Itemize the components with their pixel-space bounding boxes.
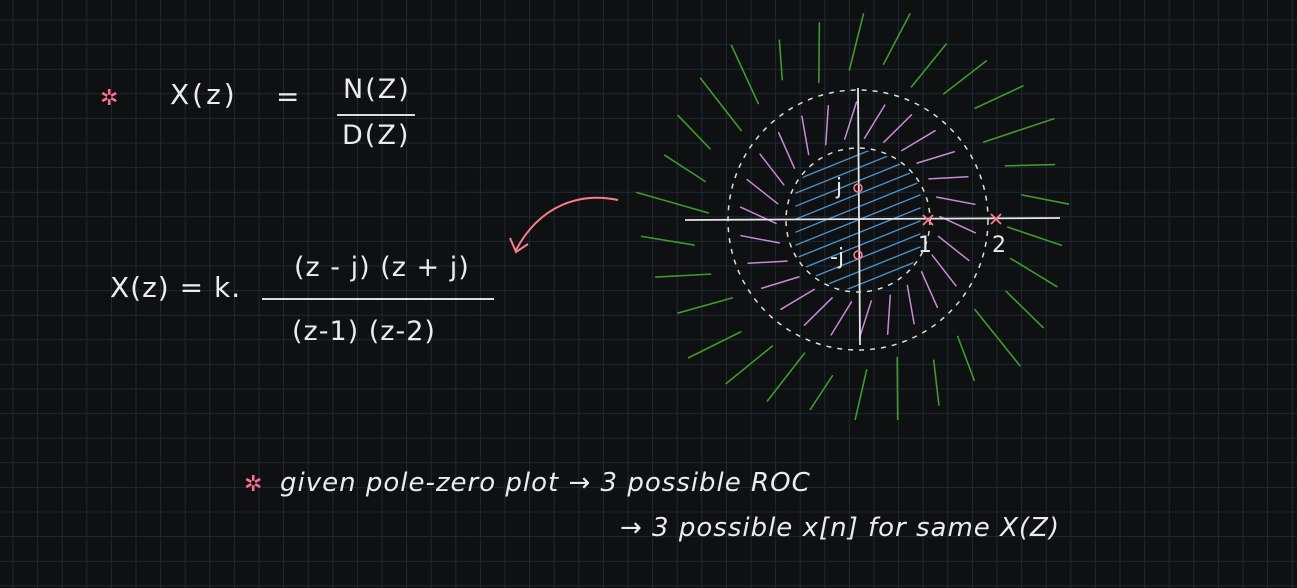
roc-annulus-stroke [843, 101, 858, 140]
roc-outer-stroke [725, 345, 774, 385]
roc-outer-stroke [778, 39, 784, 81]
roc-outer-stroke [1005, 290, 1044, 329]
roc-annulus-stroke [863, 104, 886, 140]
real-axis [684, 217, 1061, 221]
roc-annulus-stroke [916, 151, 956, 164]
roc-annulus-stroke [803, 297, 833, 326]
roc-annulus-stroke [920, 271, 939, 309]
roc-annulus-stroke [759, 153, 785, 186]
zero-lower-label: -j [830, 245, 845, 270]
roc-outer-stroke [974, 85, 1024, 110]
roc-annulus-stroke [906, 284, 915, 325]
pole-1-label: 1 [918, 233, 932, 258]
imaginary-axis [857, 87, 861, 346]
roc-outer-stroke [932, 359, 940, 406]
roc-annulus-stroke [886, 294, 891, 335]
note-line-1: given pole-zero plot → 3 possible ROC [280, 468, 811, 498]
roc-outer-stroke [687, 330, 742, 359]
roc-outer-stroke [1009, 257, 1058, 288]
eq2-numerator: (z - j) (z + j) [294, 252, 470, 283]
roc-outer-stroke [636, 191, 709, 214]
star-icon: ✲ [100, 86, 119, 111]
note-line-2: → 3 possible x[n] for same X(Z) [620, 513, 1060, 543]
roc-annulus-stroke [883, 114, 913, 143]
roc-annulus-stroke [858, 300, 873, 339]
eq1-numerator: N(Z) [343, 74, 411, 105]
roc-annulus-stroke [739, 206, 777, 225]
roc-outer-stroke [640, 235, 695, 246]
roc-outer-stroke [699, 77, 743, 132]
roc-annulus-stroke [760, 276, 800, 289]
roc-annulus-stroke [747, 260, 788, 264]
roc-outer-stroke [956, 335, 976, 382]
roc-outer-stroke [677, 297, 734, 314]
whiteboard: ✲ X(z) = N(Z) D(Z) X(z) = k. (z - j) (z … [0, 0, 1297, 588]
roc-outer-stroke [982, 117, 1055, 143]
roc-inner-hatch [795, 220, 921, 272]
roc-outer-stroke [910, 43, 947, 88]
pole-zero-plot [636, 13, 1070, 420]
pole-2-label: 2 [992, 233, 1006, 258]
roc-outer-stroke [677, 114, 711, 150]
roc-outer-stroke [1007, 226, 1063, 247]
roc-annulus-stroke [900, 129, 936, 152]
roc-outer-stroke [818, 22, 821, 84]
roc-annulus-stroke [801, 115, 810, 156]
roc-outer-stroke [1004, 163, 1056, 167]
roc-outer-stroke [854, 369, 868, 420]
roc-outer-stroke [766, 352, 806, 402]
roc-annulus-stroke [777, 131, 796, 169]
eq1-equals: = [276, 80, 300, 113]
roc-outer-stroke [848, 13, 865, 71]
roc-outer-stroke [1021, 194, 1070, 205]
roc-outer-stroke [896, 356, 899, 420]
roc-annulus-stroke [931, 254, 957, 287]
roc-annulus-stroke [937, 235, 970, 262]
eq2-lhs: X(z) = k. [110, 271, 242, 304]
zero-lower-marker [853, 250, 863, 260]
roc-outer-stroke [942, 60, 988, 95]
eq2-fraction-bar [262, 298, 494, 300]
roc-outer-stroke [809, 375, 834, 411]
roc-annulus-stroke [746, 178, 779, 205]
roc-outer-stroke [654, 273, 712, 278]
star-icon: ✲ [244, 472, 263, 497]
roc-inner-hatch [795, 259, 921, 290]
roc-annulus-stroke [780, 288, 816, 311]
eq1-lhs: X(z) [170, 78, 238, 111]
eq2-denominator: (z-1) (z-2) [292, 316, 436, 347]
roc-annulus-stroke [928, 176, 969, 180]
roc-annulus-stroke [830, 300, 853, 336]
roc-annulus-stroke [740, 234, 781, 244]
eq1-fraction-bar [337, 114, 415, 116]
eq1-denominator: D(Z) [342, 120, 411, 151]
roc-annulus-stroke [935, 196, 976, 206]
roc-outer-stroke [973, 308, 1021, 367]
roc-annulus-stroke [825, 105, 830, 146]
roc-outer-stroke [663, 154, 707, 183]
roc-outer-stroke [882, 13, 911, 65]
roc-outer-stroke [730, 44, 760, 105]
zero-upper-label: j [836, 175, 843, 200]
